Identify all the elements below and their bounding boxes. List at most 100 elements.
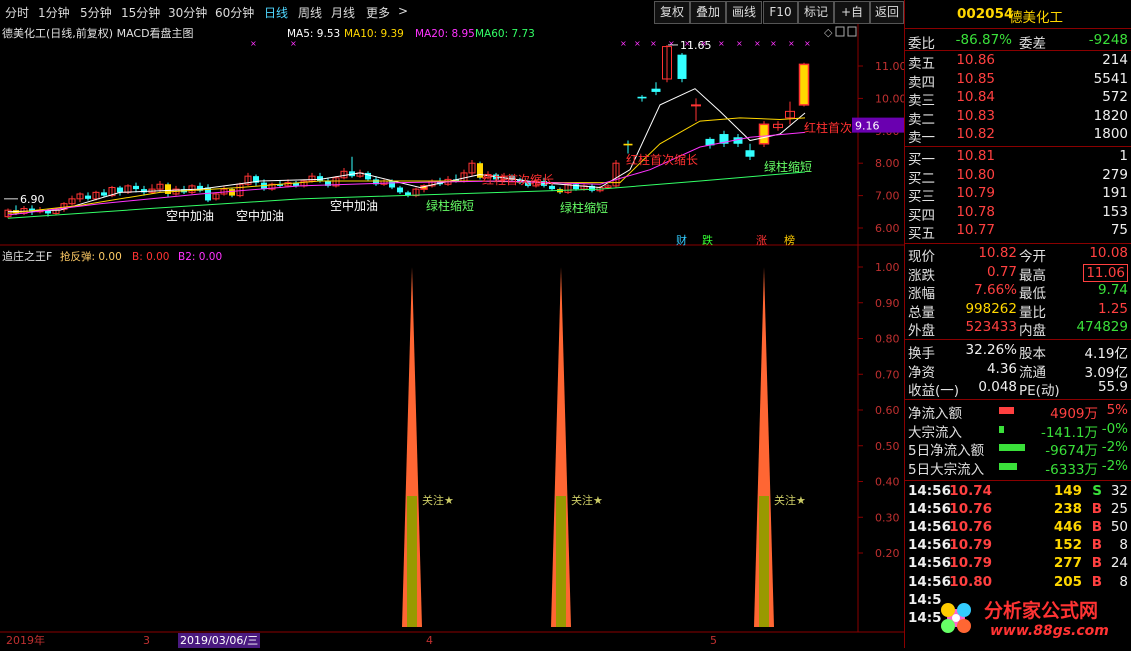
ask-label: 卖五 <box>908 56 935 72</box>
toolbar-button-1[interactable]: 叠加 <box>690 1 726 24</box>
signal-marker-icon: × <box>770 39 777 48</box>
period-tab-1[interactable]: 1分钟 <box>38 4 70 21</box>
candle-body <box>745 150 755 157</box>
y-tick-label-1: 10.00 <box>875 92 904 105</box>
ask-price: 10.82 <box>956 126 995 143</box>
period-tab-4[interactable]: 30分钟 <box>168 4 207 21</box>
tick-time: 14:56 <box>908 519 951 536</box>
bid-volume: 153 <box>1102 203 1128 220</box>
chart-annotation-6: 红柱首次缩长 <box>626 152 698 167</box>
date-label-1: 3 <box>143 634 150 647</box>
toolbar-button-6[interactable]: 返回 <box>870 1 904 24</box>
indicator-tick-label-5: 0.50 <box>875 440 900 453</box>
y-tick-label-0: 11.00 <box>875 60 904 73</box>
candle-body <box>677 54 687 79</box>
weicha-label: 委差 <box>1019 36 1046 52</box>
indicator-tick-label-8: 0.20 <box>875 547 900 560</box>
ask-volume: 572 <box>1102 89 1128 106</box>
bid-price: 10.77 <box>956 222 995 239</box>
chart-annotation-3: 绿柱缩短 <box>426 198 474 213</box>
toolbar-button-0[interactable]: 复权 <box>654 1 690 24</box>
fundamental-value: 55.9 <box>1097 379 1128 396</box>
more-chevron-icon[interactable]: > <box>398 4 408 18</box>
signal-marker-icon: × <box>736 39 743 48</box>
flow-label: 5日大宗流入 <box>908 461 985 478</box>
candle-body <box>165 184 171 194</box>
flow-row: 大宗流入 -141.1万 -0% <box>905 421 1131 441</box>
trade-tick-row: 14:56 10.74 149 S 32 <box>905 483 1131 501</box>
candle-body <box>637 96 647 99</box>
watermark-url: www.88gs.com <box>990 623 1109 639</box>
tick-count: 32 <box>1110 483 1128 499</box>
ask-row: 卖四 10.85 5541 <box>905 71 1131 91</box>
indicator-tick-label-6: 0.40 <box>875 476 900 489</box>
period-tab-5[interactable]: 60分钟 <box>215 4 254 21</box>
indicator-value-0: 抢反弹: 0.00 <box>60 250 122 263</box>
trade-tick-row: 14:56 10.79 152 B 8 <box>905 537 1131 555</box>
candle-body <box>758 123 770 145</box>
high-price-label: 11.65 <box>680 39 712 52</box>
tick-side: B <box>1091 573 1102 590</box>
panel-separator <box>905 28 1131 29</box>
period-tab-9[interactable]: 更多 <box>366 4 390 21</box>
tick-time: 14:56 <box>908 501 951 518</box>
stock-code: 002054 <box>957 6 1014 22</box>
period-tab-3[interactable]: 15分钟 <box>121 4 160 21</box>
flow-bar <box>999 462 1018 470</box>
diamond-icon[interactable]: ◇ <box>824 26 833 39</box>
signal-marker-icon: × <box>754 39 761 48</box>
ma-label-1: MA10: 9.39 <box>344 28 404 40</box>
flow-label: 5日净流入额 <box>908 443 985 460</box>
tick-time: 14:56 <box>908 483 951 499</box>
quote-panel: 002054 德美化工 委比 -86.87% 委差 -9248 卖五 10.86 214 卖四 10… <box>904 0 1131 648</box>
stat-label: 最高 <box>1019 267 1046 284</box>
trade-tick-row: 14:56 10.79 277 B 24 <box>905 555 1131 573</box>
fundamental-row: 换手 32.26% 股本 4.19亿 <box>905 342 1131 362</box>
indicator-value-2: B2: 0.00 <box>178 251 222 263</box>
bid-label: 买五 <box>908 226 935 243</box>
tick-time: 14:56 <box>908 537 951 554</box>
ask-volume: 1800 <box>1093 126 1128 143</box>
stat-row: 涨跌 0.77 最高 11.06 <box>905 263 1131 284</box>
stat-value: 11.06 <box>1083 263 1128 282</box>
flow-row: 5日净流入额 -9674万 -2% <box>905 439 1131 460</box>
toolbar-button-4[interactable]: 标记 <box>798 1 834 24</box>
event-badge-0: 财 <box>676 233 687 247</box>
period-tab-7[interactable]: 周线 <box>298 4 322 21</box>
flow-row: 5日大宗流入 -6333万 -2% <box>905 458 1131 478</box>
stat-value: 10.08 <box>1089 245 1128 261</box>
flow-value: -6333万 <box>1045 461 1098 478</box>
stat-label: 现价 <box>908 249 935 265</box>
tick-side: B <box>1091 519 1102 536</box>
tick-side: B <box>1091 537 1102 554</box>
bid-label: 买四 <box>908 207 935 224</box>
fundamental-value: 32.26% <box>965 342 1017 358</box>
fundamental-label: 净资 <box>908 364 935 381</box>
period-tab-0[interactable]: 分时 <box>5 4 29 21</box>
toolbar-button-5[interactable]: +自选 <box>834 1 870 39</box>
bid-price: 10.79 <box>956 185 995 202</box>
tick-price: 10.79 <box>949 555 992 572</box>
tick-volume: 446 <box>1053 519 1082 536</box>
ask-label: 卖一 <box>908 130 935 147</box>
stat-value: 1.25 <box>1097 300 1128 317</box>
indicator-tick-label-0: 1.00 <box>875 261 900 274</box>
tick-volume: 149 <box>1053 483 1082 499</box>
bid-row: 买五 10.77 75 <box>905 222 1131 243</box>
fundamental-label: 换手 <box>908 346 935 362</box>
flow-percent: -2% <box>1101 439 1128 456</box>
candle-body <box>623 143 633 146</box>
toolbar-button-3[interactable]: F10 <box>763 1 798 24</box>
toolbar-button-2[interactable]: 画线 <box>726 1 762 24</box>
fundamental-value: 4.19亿 <box>1084 346 1128 362</box>
bid-volume: 75 <box>1110 222 1128 239</box>
candle-body <box>101 192 107 196</box>
y-tick-label-4: 7.00 <box>875 190 900 203</box>
period-tab-6[interactable]: 日线 <box>264 4 288 21</box>
period-tab-8[interactable]: 月线 <box>331 4 355 21</box>
ask-price: 10.83 <box>956 107 995 124</box>
period-tab-2[interactable]: 5分钟 <box>80 4 112 21</box>
bid-price: 10.78 <box>956 203 995 220</box>
date-label-2: 2019/03/06/三 <box>180 634 258 647</box>
signal-label-0: 关注★ <box>422 493 454 507</box>
